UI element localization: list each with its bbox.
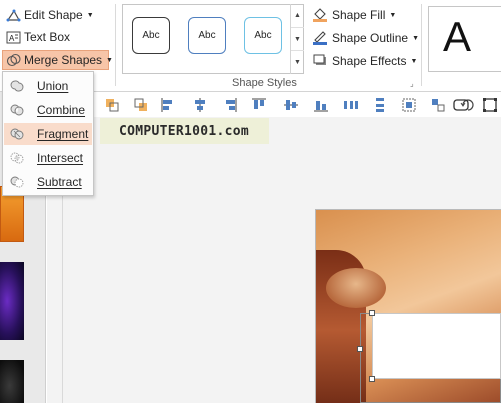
merge-shapes-button[interactable]: Merge Shapes ▼: [2, 50, 113, 70]
menu-item-subtract[interactable]: Subtract: [4, 171, 92, 193]
edit-shape-label: Edit Shape: [24, 8, 83, 22]
menu-item-fragment[interactable]: Fragment: [4, 123, 92, 145]
shape-style-swatch[interactable]: Abc: [132, 17, 170, 54]
align-bottom-icon[interactable]: [313, 97, 329, 113]
slide-background-art: [326, 268, 386, 308]
union-icon: [10, 80, 24, 92]
distribute-vertical-icon[interactable]: [372, 97, 388, 113]
swatch-text: Abc: [142, 30, 160, 41]
resize-handle[interactable]: [369, 376, 375, 382]
menu-item-combine[interactable]: Combine: [4, 99, 92, 121]
shape-style-swatch[interactable]: Abc: [188, 17, 226, 54]
align-center-icon[interactable]: [192, 97, 208, 113]
shape-effects-label: Shape Effects: [332, 54, 407, 68]
distribute-horizontal-icon[interactable]: [343, 97, 359, 113]
wordart-letter: A: [443, 13, 472, 60]
wordart-style-preview[interactable]: A: [428, 6, 501, 72]
bring-forward-icon[interactable]: [104, 97, 120, 113]
menu-item-label: Combine: [37, 103, 86, 117]
align-left-icon[interactable]: [160, 97, 176, 113]
menu-item-label: Subtract: [37, 175, 82, 189]
fragment-icon: [10, 128, 24, 140]
menu-item-label: Fragment: [37, 127, 89, 141]
combine-icon: [10, 104, 24, 116]
svg-text:A: A: [9, 34, 15, 43]
rectangle-icon[interactable]: [453, 97, 469, 113]
pen-icon: [312, 29, 328, 48]
shape-outline-label: Shape Outline: [332, 31, 409, 45]
watermark-text: COMPUTER1001.com: [119, 123, 250, 139]
merge-shapes-menu: Union Combine Fragment Intersect Subtrac…: [2, 71, 94, 196]
selection-pane-icon[interactable]: [482, 97, 498, 113]
shape-style-swatch[interactable]: Abc: [244, 17, 282, 54]
swatch-text: Abc: [254, 30, 272, 41]
menu-item-label: Union: [37, 79, 69, 93]
group-divider: [421, 4, 422, 86]
shape-effects-icon: [312, 52, 328, 71]
gallery-more-icon[interactable]: ▼: [291, 51, 304, 74]
shape-outline-button[interactable]: Shape Outline ▼: [312, 28, 419, 48]
group-divider: [115, 4, 116, 86]
chevron-down-icon: ▼: [106, 56, 113, 64]
subtract-icon: [10, 176, 24, 188]
shape-fill-button[interactable]: Shape Fill ▼: [312, 5, 396, 25]
text-box-button[interactable]: A Text Box: [3, 27, 73, 47]
shape-styles-gallery: Abc Abc Abc: [122, 4, 304, 74]
group-icon[interactable]: [401, 97, 417, 113]
dialog-launcher-icon[interactable]: ⌟: [410, 79, 419, 88]
arrange-toolbar: [100, 94, 501, 116]
gallery-scrollbar: ▲ ▼ ▼: [290, 4, 304, 74]
slide-thumbnail[interactable]: [0, 360, 24, 403]
merge-shapes-label: Merge Shapes: [24, 53, 103, 67]
chevron-down-icon: ▼: [412, 34, 419, 42]
send-backward-icon[interactable]: [133, 97, 149, 113]
swatch-text: Abc: [198, 30, 216, 41]
resize-handle[interactable]: [357, 346, 363, 352]
edit-shape-button[interactable]: Edit Shape ▼: [3, 5, 97, 25]
text-box-icon: A: [6, 30, 21, 45]
intersect-icon: [10, 152, 24, 164]
ungroup-icon[interactable]: [430, 97, 446, 113]
selected-rectangle-shape[interactable]: [372, 313, 501, 379]
text-box-label: Text Box: [24, 30, 71, 44]
chevron-down-icon: ▼: [86, 11, 94, 19]
shape-fill-label: Shape Fill: [332, 8, 386, 22]
align-right-icon[interactable]: [222, 97, 238, 113]
shape-effects-button[interactable]: Shape Effects ▼: [312, 51, 417, 71]
edit-shape-icon: [6, 8, 21, 23]
paint-bucket-icon: [312, 6, 328, 25]
align-top-icon[interactable]: [251, 97, 267, 113]
resize-handle[interactable]: [369, 310, 375, 316]
chevron-down-icon: ▼: [410, 57, 418, 65]
menu-item-union[interactable]: Union: [4, 75, 92, 97]
menu-item-label: Intersect: [37, 151, 84, 165]
merge-shapes-icon: [6, 53, 21, 68]
align-middle-icon[interactable]: [283, 97, 299, 113]
watermark: COMPUTER1001.com: [100, 118, 269, 144]
scroll-down-icon[interactable]: ▼: [291, 28, 304, 52]
menu-item-intersect[interactable]: Intersect: [4, 147, 92, 169]
scroll-up-icon[interactable]: ▲: [291, 4, 304, 28]
slide-thumbnail[interactable]: [0, 262, 24, 340]
chevron-down-icon: ▼: [389, 11, 397, 19]
shape-styles-group-label: Shape Styles: [232, 77, 297, 89]
